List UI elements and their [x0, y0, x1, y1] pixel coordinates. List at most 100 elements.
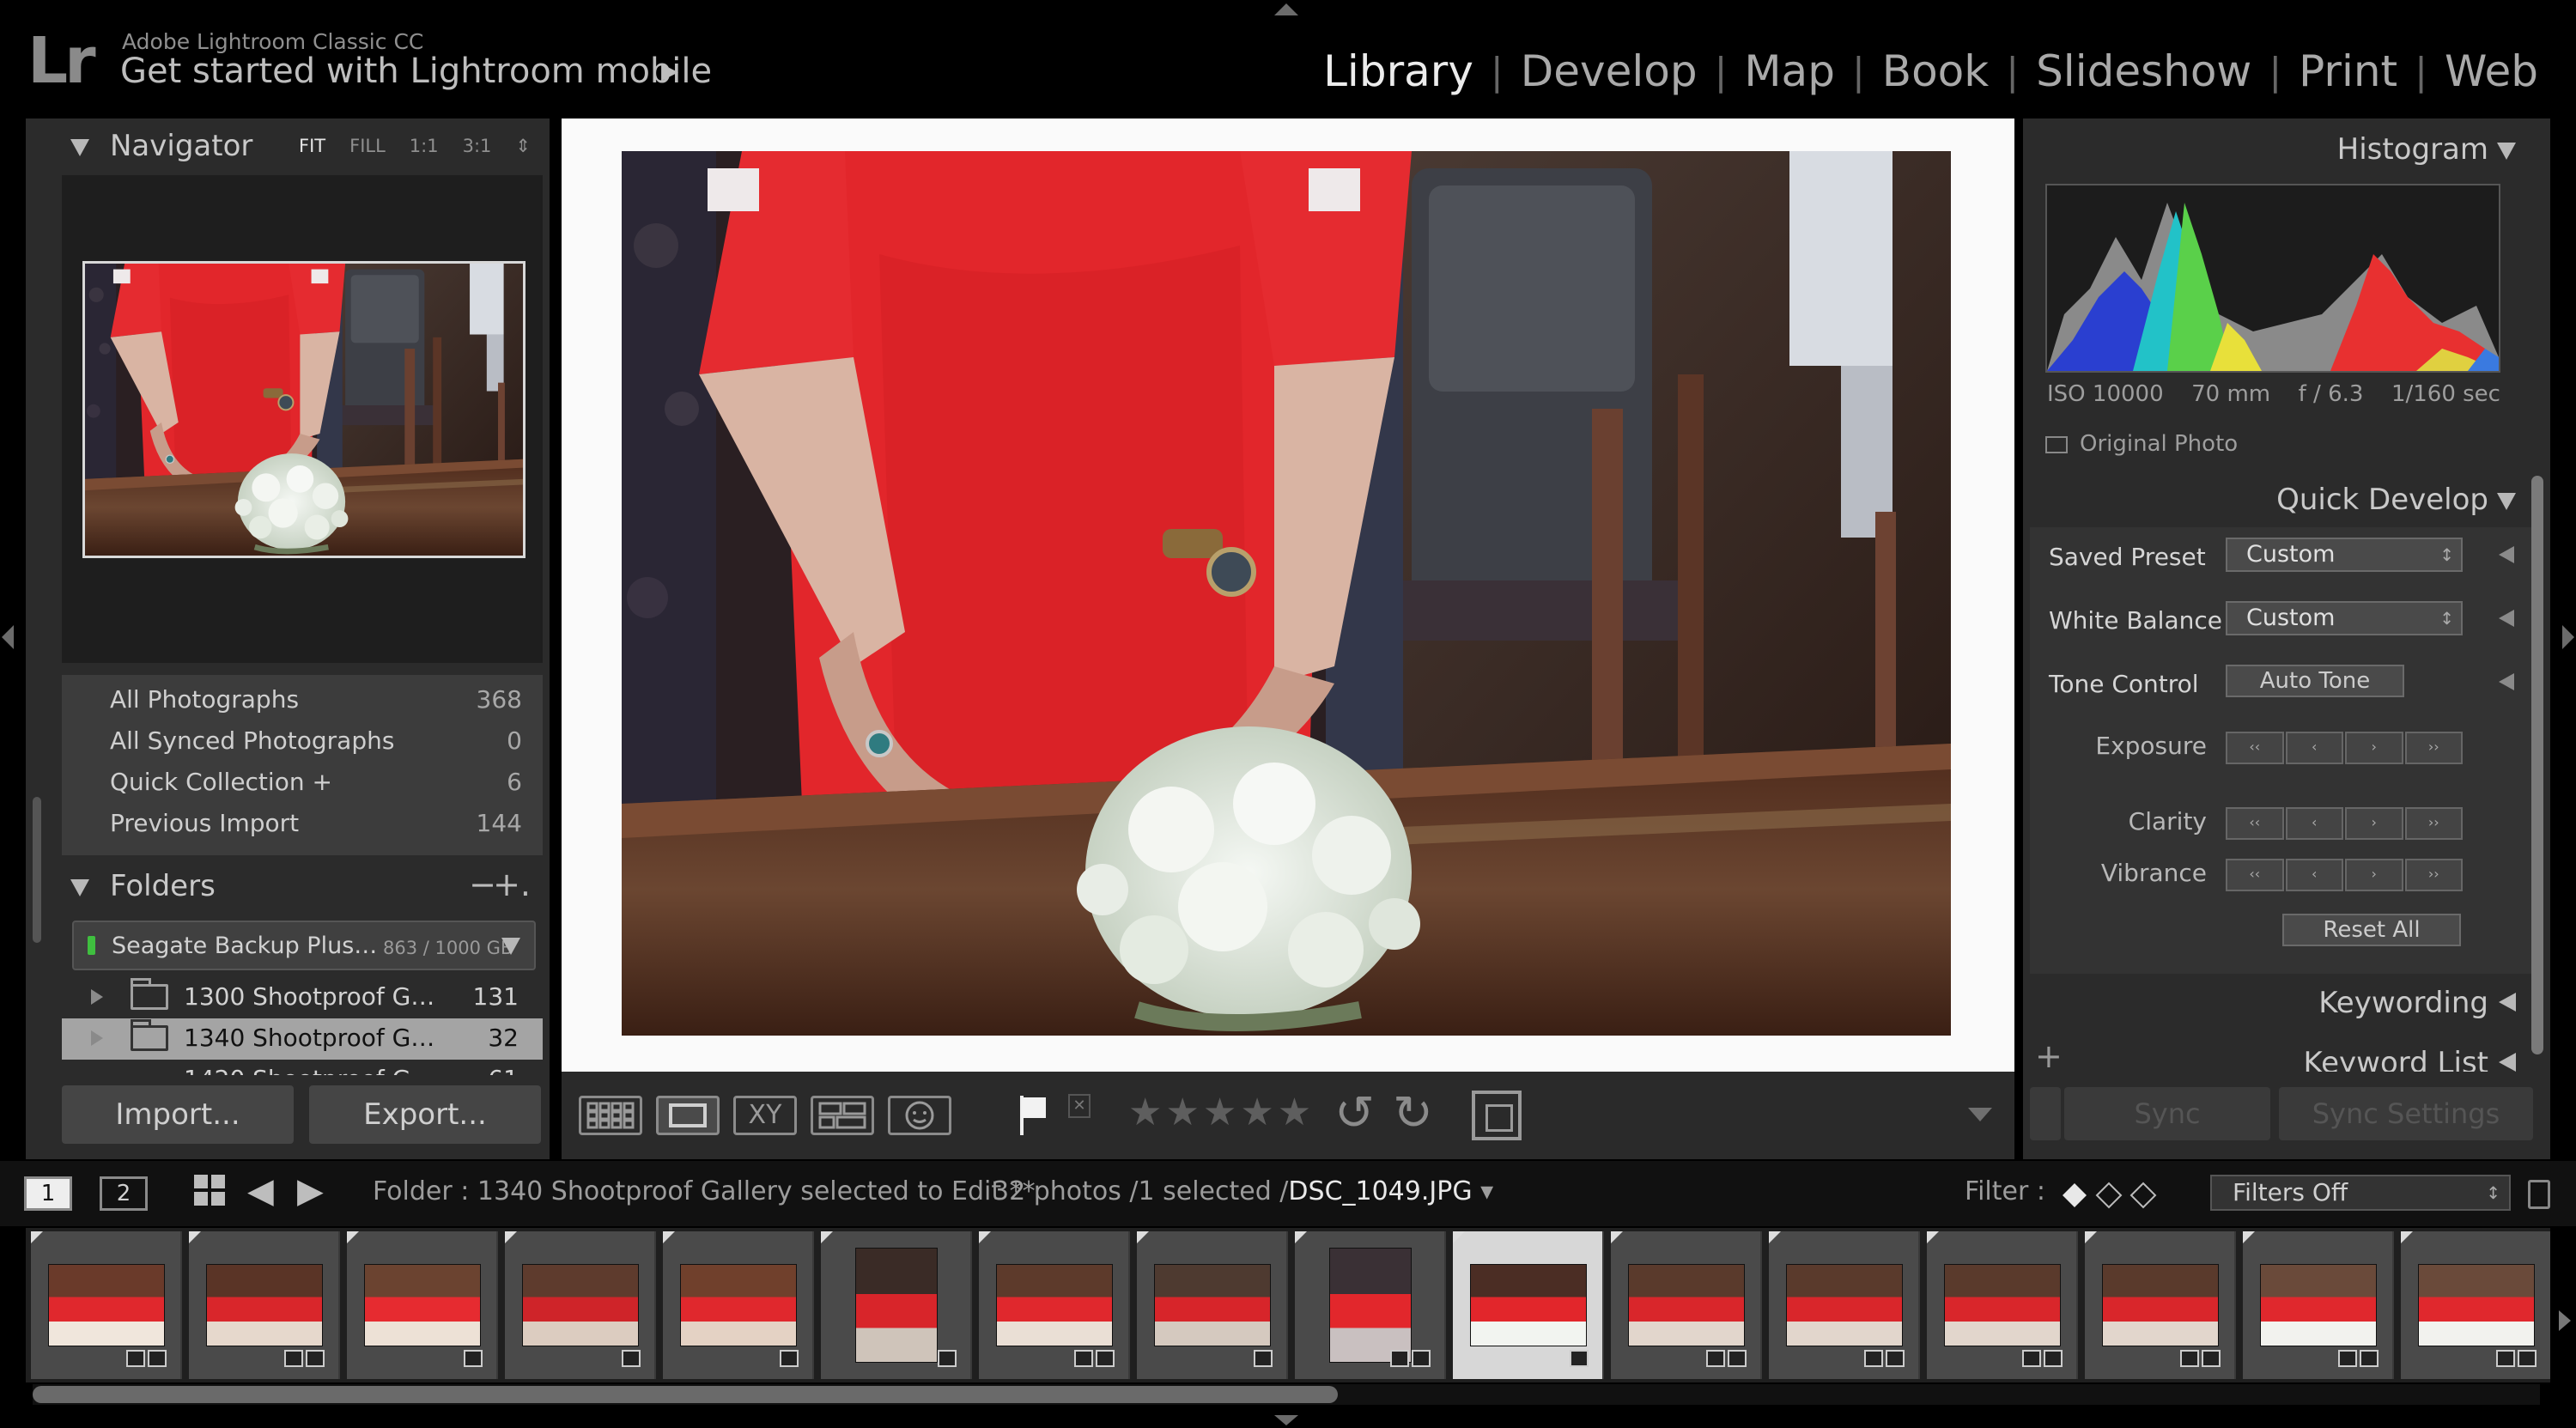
toolbar-menu-icon[interactable] [1968, 1108, 1992, 1121]
secondary-screen-button[interactable]: 2 [100, 1176, 148, 1211]
compare-view-button[interactable]: XY [733, 1096, 797, 1135]
thumb-badges[interactable] [1390, 1350, 1431, 1367]
left-panel-collapse-icon[interactable] [2, 625, 14, 649]
right-panel-collapse-icon[interactable] [2562, 625, 2574, 649]
edited-badge-icon[interactable] [148, 1350, 167, 1367]
step-big-up-button[interactable]: ›› [2404, 732, 2463, 764]
module-map[interactable]: Map [1727, 46, 1852, 96]
thumb-badges[interactable] [126, 1350, 167, 1367]
thumb-badges[interactable] [1864, 1350, 1905, 1367]
catalog-all-synced[interactable]: All Synced Photographs 0 [62, 720, 543, 761]
catalog-all-photographs[interactable]: All Photographs 368 [62, 678, 543, 720]
catalog-quick-collection[interactable]: Quick Collection + 6 [62, 761, 543, 802]
back-arrow-icon[interactable]: ◀ [247, 1171, 274, 1211]
filmstrip-thumb[interactable] [979, 1231, 1130, 1379]
main-photo[interactable] [622, 151, 1951, 1036]
filmstrip-thumb[interactable] [821, 1231, 972, 1379]
navigator-header[interactable]: Navigator FIT FILL 1:1 3:1 ⇕ [26, 118, 550, 175]
collection-badge-icon[interactable] [2180, 1350, 2199, 1367]
filmstrip-thumb[interactable] [1769, 1231, 1920, 1379]
module-library[interactable]: Library [1306, 46, 1491, 96]
thumb-badges[interactable] [1074, 1350, 1115, 1367]
play-arrow-icon[interactable]: ▶ [661, 58, 678, 84]
collection-badge-icon[interactable] [1390, 1350, 1409, 1367]
filmstrip-count[interactable]: 32 photos /1 selected /DSC_1049.JPG ▾ [993, 1176, 1493, 1206]
collection-badge-icon[interactable] [1706, 1350, 1725, 1367]
edited-badge-icon[interactable] [1570, 1350, 1589, 1367]
zoom-fit[interactable]: FIT [299, 136, 325, 156]
main-screen-button[interactable]: 1 [24, 1176, 72, 1211]
filmstrip-thumb-selected[interactable] [1453, 1231, 1604, 1379]
folder-item-partial[interactable]: 1420 Shootproof G… 61 [62, 1060, 543, 1075]
edited-badge-icon[interactable] [2044, 1350, 2063, 1367]
expand-triangle-icon[interactable] [2499, 993, 2516, 1012]
step-down-button[interactable]: ‹ [2285, 807, 2343, 840]
crop-overlay-icon[interactable] [1472, 1091, 1522, 1140]
collapse-triangle-icon[interactable] [2497, 493, 2516, 510]
quick-develop-header[interactable]: Quick Develop [2023, 474, 2550, 526]
catalog-previous-import[interactable]: Previous Import 144 [62, 802, 543, 843]
star-rating[interactable]: ★★★★★ [1128, 1091, 1315, 1134]
mobile-promo-link[interactable]: Get started with Lightroom mobile [120, 52, 712, 91]
module-slideshow[interactable]: Slideshow [2019, 46, 2269, 96]
filmstrip-thumb[interactable] [1927, 1231, 2078, 1379]
module-develop[interactable]: Develop [1504, 46, 1715, 96]
zoom-3-1[interactable]: 3:1 [463, 136, 492, 156]
export-button[interactable]: Export... [309, 1085, 541, 1144]
step-big-down-button[interactable]: ‹‹ [2226, 807, 2284, 840]
auto-tone-button[interactable]: Auto Tone [2226, 665, 2404, 697]
add-keyword-icon[interactable]: + [2035, 1037, 2063, 1072]
edited-badge-icon[interactable] [622, 1350, 641, 1367]
edited-badge-icon[interactable] [2518, 1350, 2537, 1367]
survey-view-button[interactable] [811, 1096, 874, 1135]
filmstrip-thumb[interactable] [1295, 1231, 1446, 1379]
collection-badge-icon[interactable] [284, 1350, 303, 1367]
step-up-button[interactable]: › [2345, 859, 2403, 891]
step-up-button[interactable]: › [2345, 807, 2403, 840]
edited-badge-icon[interactable] [1096, 1350, 1115, 1367]
filmstrip-thumb[interactable] [1611, 1231, 1762, 1379]
filter-preset-select[interactable]: Filters Off [2210, 1175, 2511, 1211]
thumb-badges[interactable] [780, 1350, 799, 1367]
loupe-view-button[interactable] [656, 1096, 720, 1135]
pick-flag-button[interactable] [1017, 1092, 1051, 1142]
auto-sync-switch[interactable] [2030, 1087, 2061, 1140]
expand-arrow-icon[interactable] [91, 989, 103, 1005]
left-panel-scrollbar[interactable] [33, 797, 41, 943]
step-down-button[interactable]: ‹ [2285, 859, 2343, 891]
reject-flag-button[interactable]: ✕ [1068, 1094, 1091, 1118]
top-panel-collapse-icon[interactable] [1274, 3, 1298, 15]
import-button[interactable]: Import... [62, 1085, 294, 1144]
collection-badge-icon[interactable] [2496, 1350, 2515, 1367]
folder-item[interactable]: 1300 Shootproof G… 131 [62, 977, 543, 1018]
right-panel-scrollbar[interactable] [2531, 476, 2543, 1054]
rotate-left-icon[interactable]: ↺ [1334, 1085, 1375, 1141]
thumb-badges[interactable] [938, 1350, 957, 1367]
step-down-button[interactable]: ‹ [2285, 732, 2343, 764]
edited-badge-icon[interactable] [1254, 1350, 1273, 1367]
thumb-badges[interactable] [1254, 1350, 1273, 1367]
thumb-badges[interactable] [2496, 1350, 2537, 1367]
original-photo-checkbox[interactable] [2045, 435, 2068, 453]
filmstrip-thumb[interactable] [663, 1231, 814, 1379]
expand-triangle-icon[interactable] [2499, 1053, 2516, 1072]
filmstrip-thumb[interactable] [2085, 1231, 2236, 1379]
navigator-thumbnail[interactable] [82, 261, 526, 558]
sync-settings-button[interactable]: Sync Settings [2279, 1087, 2533, 1140]
histogram-header[interactable]: Histogram [2023, 124, 2550, 175]
filmstrip-scrollbar[interactable] [33, 1386, 1338, 1403]
filmstrip-scroll-right-icon[interactable] [2559, 1310, 2571, 1331]
filmstrip-thumb[interactable] [505, 1231, 656, 1379]
edited-badge-icon[interactable] [1728, 1350, 1747, 1367]
zoom-fill[interactable]: FILL [349, 136, 386, 156]
module-book[interactable]: Book [1865, 46, 2006, 96]
filmstrip-thumb[interactable] [2401, 1231, 2550, 1379]
filmstrip-thumb[interactable] [1137, 1231, 1288, 1379]
people-view-button[interactable] [888, 1096, 951, 1135]
collapse-triangle-icon[interactable] [70, 139, 89, 156]
thumb-badges[interactable] [2180, 1350, 2221, 1367]
filmstrip-thumb[interactable] [2243, 1231, 2394, 1379]
thumb-badges[interactable] [1570, 1350, 1589, 1367]
zoom-stepper-icon[interactable]: ⇕ [515, 136, 531, 156]
collection-badge-icon[interactable] [2022, 1350, 2041, 1367]
